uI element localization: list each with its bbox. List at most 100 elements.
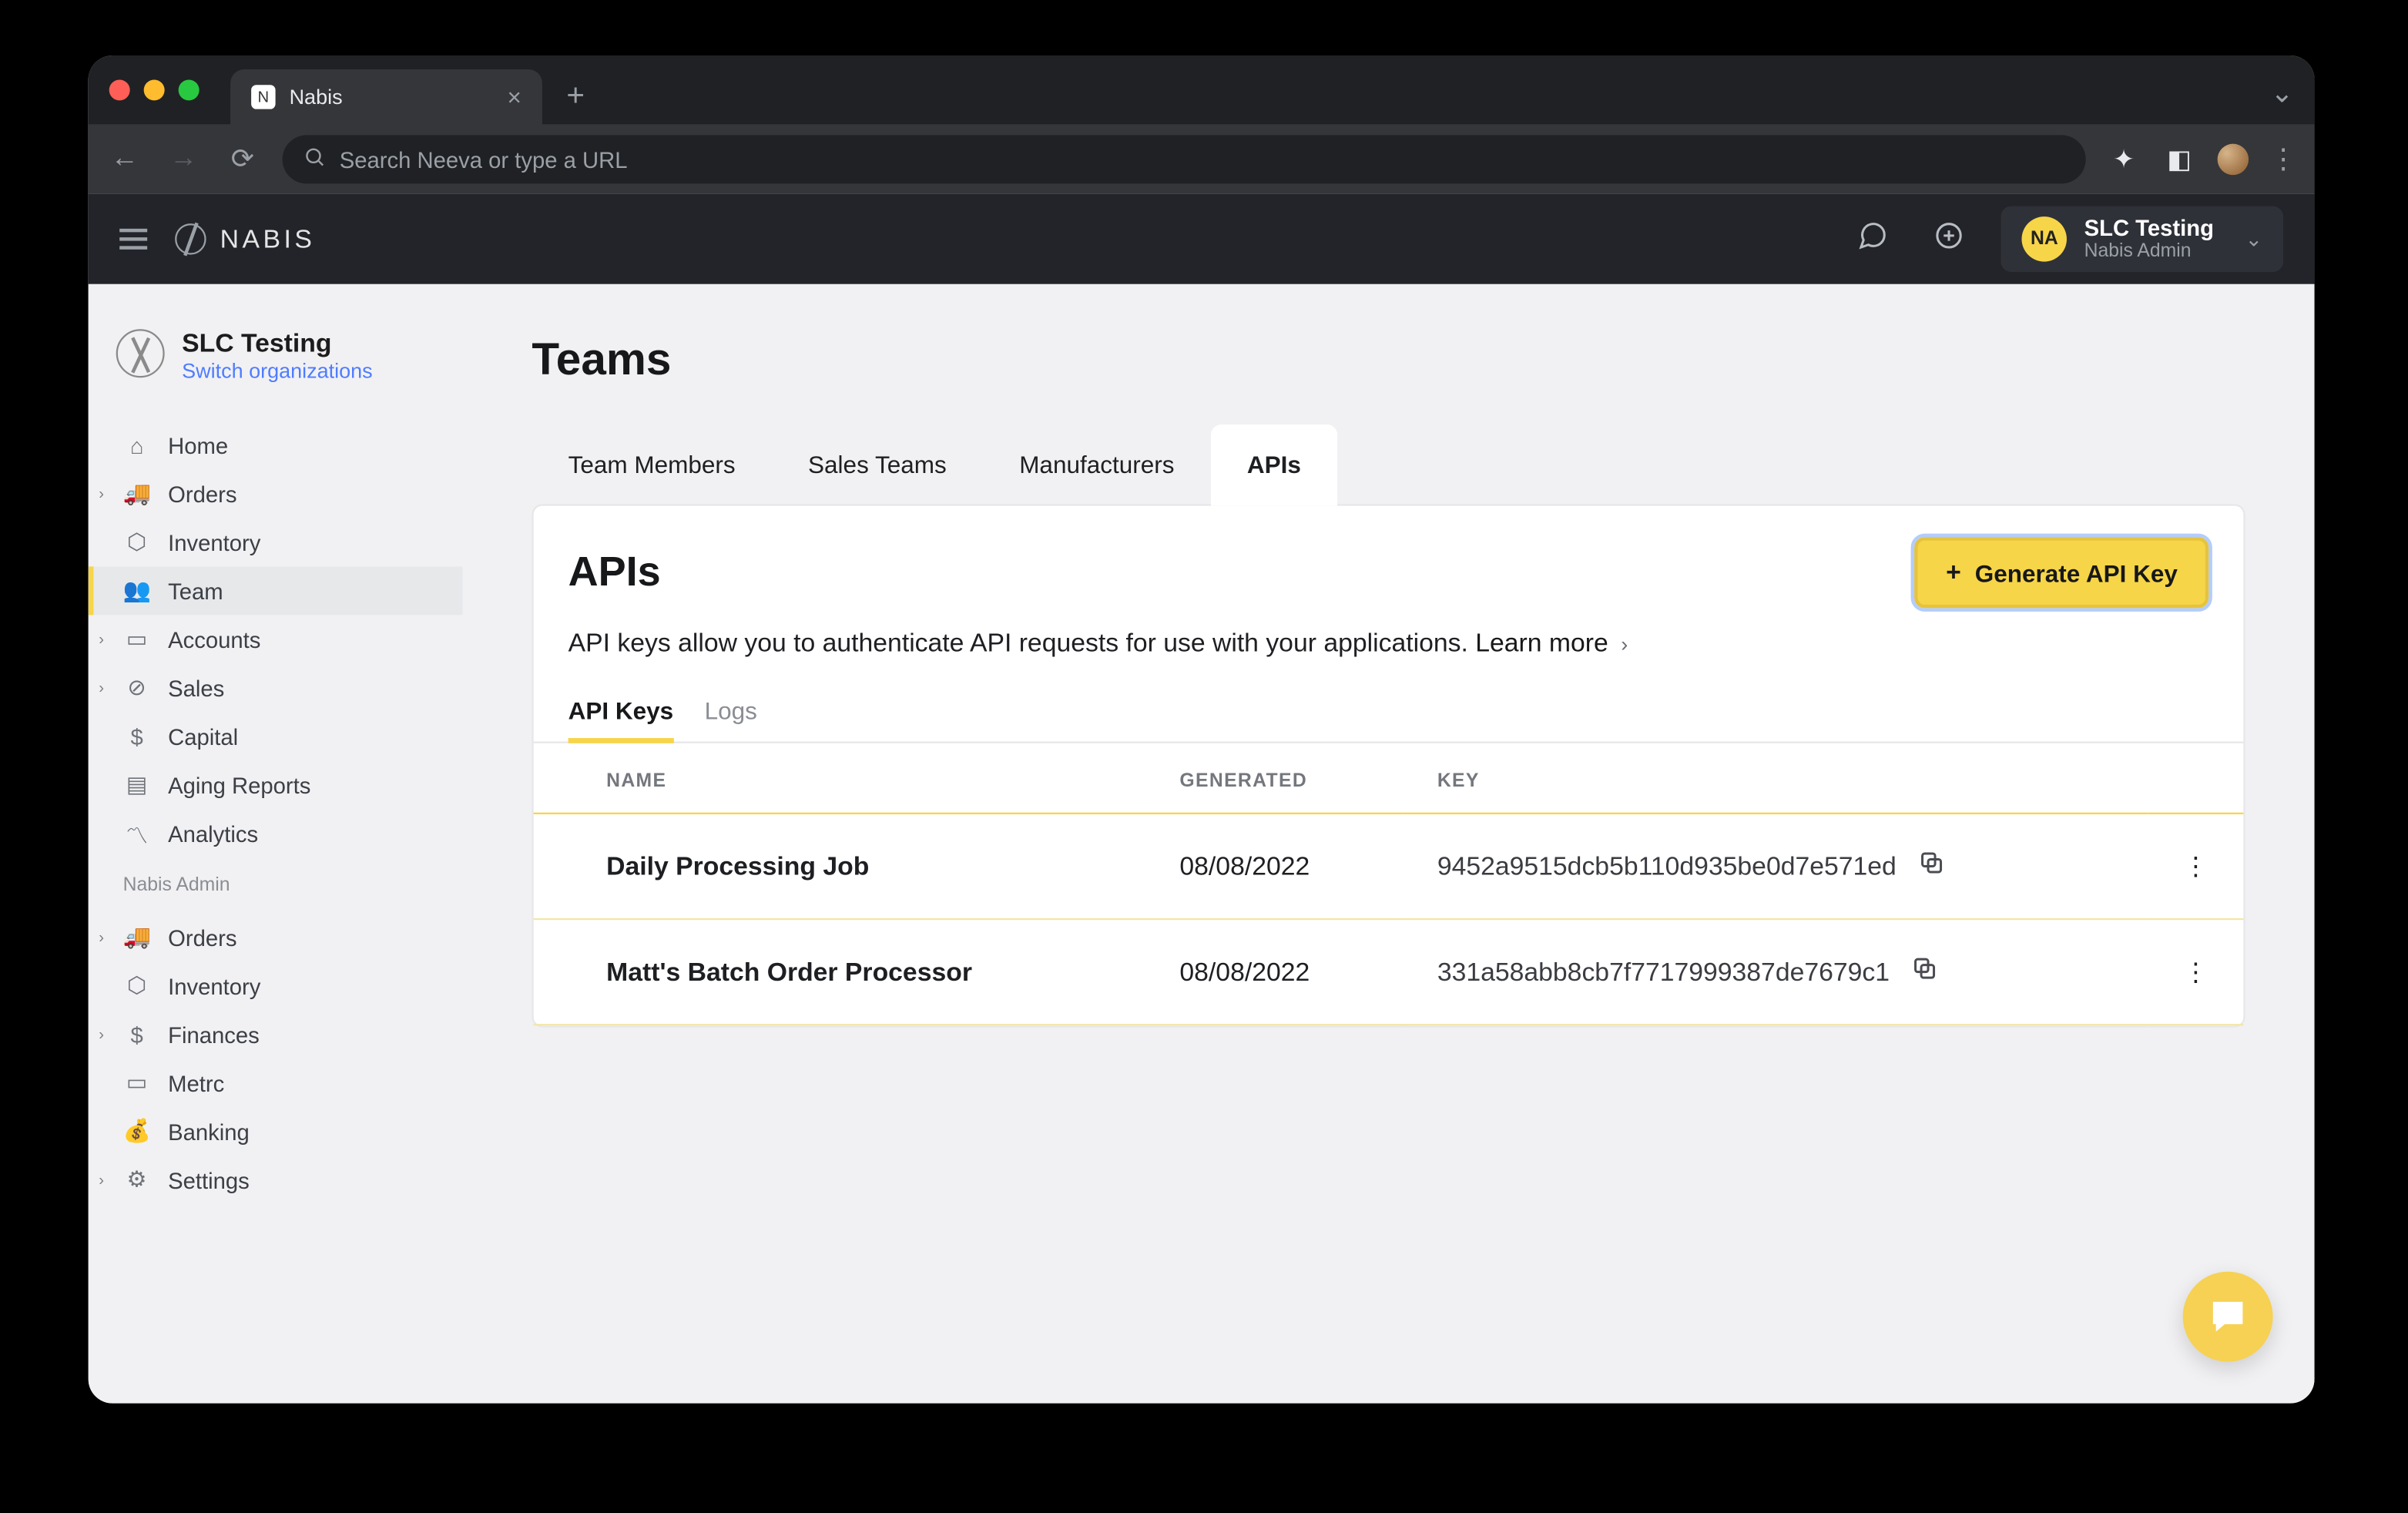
- sidebar-item-analytics[interactable]: 〽 Analytics: [89, 810, 463, 858]
- profile-avatar-icon[interactable]: [2218, 144, 2249, 175]
- sidebar-item-banking[interactable]: 💰Banking: [89, 1107, 463, 1156]
- nav-label: Accounts: [168, 626, 260, 653]
- panel-description-row: API keys allow you to authenticate API r…: [534, 622, 2244, 683]
- nav-section-label: Nabis Admin: [89, 858, 463, 907]
- tab-sales-teams[interactable]: Sales Teams: [772, 424, 983, 504]
- add-icon[interactable]: [1925, 220, 1974, 260]
- table-row: Daily Processing Job08/08/20229452a9515d…: [534, 814, 2244, 919]
- sidebar-item-inventory[interactable]: ⬡ Inventory: [89, 961, 463, 1010]
- tab-manufacturers[interactable]: Manufacturers: [983, 424, 1211, 504]
- account-name: SLC Testing: [2084, 216, 2214, 241]
- sidebar: SLC Testing Switch organizations ⌂Home›🚚…: [89, 284, 463, 1404]
- copy-icon[interactable]: [1917, 849, 1945, 884]
- browser-menu-icon[interactable]: ⋮: [2269, 143, 2297, 177]
- subtab-logs[interactable]: Logs: [705, 683, 757, 741]
- window-zoom-icon[interactable]: [179, 80, 200, 101]
- cell-name: Daily Processing Job: [534, 814, 1145, 919]
- support-chat-button[interactable]: [2183, 1272, 2273, 1362]
- sidebar-item-accounts[interactable]: ›▭Accounts: [89, 616, 463, 664]
- account-badge: NA: [2022, 216, 2067, 261]
- nav-forward-button[interactable]: →: [165, 144, 203, 175]
- nav-label: Orders: [168, 924, 236, 951]
- learn-more-link[interactable]: Learn more ›: [1475, 629, 1628, 659]
- subtab-api-keys[interactable]: API Keys: [568, 683, 674, 741]
- omnibox[interactable]: Search Neeva or type a URL: [283, 136, 2086, 184]
- window-controls[interactable]: [109, 80, 200, 101]
- nav-label: Sales: [168, 675, 224, 701]
- nav-label: Analytics: [168, 820, 258, 847]
- nav-icon: ⬡: [123, 528, 151, 556]
- tab-title: Nabis: [290, 86, 343, 109]
- sidebar-item-orders[interactable]: ›🚚Orders: [89, 914, 463, 962]
- sidebar-item-settings[interactable]: ›⚙Settings: [89, 1156, 463, 1204]
- cell-generated: 08/08/2022: [1145, 919, 1402, 1025]
- nav-back-button[interactable]: ←: [106, 144, 143, 175]
- search-icon: [304, 146, 326, 173]
- plus-icon: +: [1946, 558, 1961, 587]
- brand-mark-icon: [175, 223, 206, 254]
- copy-icon[interactable]: [1910, 954, 1938, 989]
- row-menu-button[interactable]: ⋮: [2148, 814, 2244, 919]
- extensions-icon[interactable]: ✦: [2107, 144, 2141, 175]
- account-switcher[interactable]: NA SLC Testing Nabis Admin ⌄: [2001, 206, 2283, 273]
- col-name: NAME: [534, 743, 1145, 814]
- table-row: Matt's Batch Order Processor08/08/202233…: [534, 919, 2244, 1025]
- omnibox-placeholder: Search Neeva or type a URL: [340, 146, 628, 173]
- panel-subtabs: API Keys Logs: [534, 683, 2244, 743]
- browser-tab[interactable]: N Nabis ×: [230, 69, 542, 125]
- cell-key: 9452a9515dcb5b110d935be0d7e571ed: [1403, 814, 2148, 919]
- nav-icon: ▭: [123, 626, 151, 653]
- page-title: Teams: [532, 333, 2245, 387]
- sidebar-item-metrc[interactable]: ▭Metrc: [89, 1058, 463, 1107]
- sidebar-item-capital[interactable]: $Capital: [89, 713, 463, 761]
- sidebar-item-inventory[interactable]: ⬡ Inventory: [89, 518, 463, 567]
- chat-icon[interactable]: [1849, 220, 1897, 260]
- switch-org-link[interactable]: Switch organizations: [182, 359, 373, 383]
- menu-toggle-button[interactable]: [119, 229, 147, 250]
- nav-icon: $: [123, 1022, 151, 1048]
- sidebar-item-team[interactable]: 👥Team: [89, 567, 463, 616]
- sidebar-item-aging-reports[interactable]: ▤ Aging Reports: [89, 761, 463, 810]
- browser-tabstrip: N Nabis × + ⌄: [89, 55, 2315, 125]
- generate-api-key-button[interactable]: + Generate API Key: [1915, 538, 2209, 609]
- nav-label: Aging Reports: [168, 772, 310, 798]
- chevron-right-icon: ›: [99, 679, 104, 696]
- nav-label: Inventory: [168, 529, 260, 555]
- tabs-overflow-icon[interactable]: ⌄: [2270, 76, 2293, 111]
- nav-label: Inventory: [168, 973, 260, 999]
- chevron-right-icon: ›: [99, 929, 104, 946]
- sidebar-item-orders[interactable]: ›🚚Orders: [89, 470, 463, 518]
- cell-generated: 08/08/2022: [1145, 814, 1402, 919]
- tab-apis[interactable]: APIs: [1211, 424, 1337, 506]
- nav-icon: 〽: [123, 817, 151, 850]
- nav-label: Team: [168, 578, 223, 604]
- sidebar-item-sales[interactable]: ›⊘Sales: [89, 664, 463, 713]
- chevron-right-icon: ›: [99, 1026, 104, 1043]
- nav-label: Banking: [168, 1119, 250, 1145]
- tab-close-icon[interactable]: ×: [508, 83, 522, 111]
- chevron-right-icon: ›: [99, 485, 104, 502]
- window-minimize-icon[interactable]: [144, 80, 165, 101]
- side-panel-icon[interactable]: ◧: [2162, 144, 2197, 175]
- generate-button-label: Generate API Key: [1975, 559, 2178, 587]
- tab-team-members[interactable]: Team Members: [532, 424, 771, 504]
- nav-icon: ⬡: [123, 972, 151, 1000]
- nav-icon: ⚙: [123, 1166, 151, 1194]
- row-menu-button[interactable]: ⋮: [2148, 919, 2244, 1025]
- brand-logo[interactable]: NABIS: [175, 223, 315, 254]
- nav-icon: ▤: [123, 771, 151, 799]
- apis-panel: APIs + Generate API Key API keys allow y…: [532, 505, 2245, 1028]
- nav-icon: 🚚: [123, 480, 151, 508]
- nav-label: Finances: [168, 1022, 260, 1048]
- sidebar-item-finances[interactable]: › $ Finances: [89, 1010, 463, 1058]
- window-close-icon[interactable]: [109, 80, 130, 101]
- new-tab-button[interactable]: +: [566, 77, 585, 113]
- account-role: Nabis Admin: [2084, 241, 2214, 262]
- browser-toolbar: ← → ⟳ Search Neeva or type a URL ✦ ◧ ⋮: [89, 125, 2315, 194]
- sidebar-item-home[interactable]: ⌂Home: [89, 421, 463, 470]
- nav-label: Settings: [168, 1167, 250, 1193]
- brand-name: NABIS: [220, 225, 316, 254]
- nav-reload-button[interactable]: ⟳: [223, 143, 261, 177]
- nav-icon: $: [123, 723, 151, 750]
- col-key: KEY: [1403, 743, 2148, 814]
